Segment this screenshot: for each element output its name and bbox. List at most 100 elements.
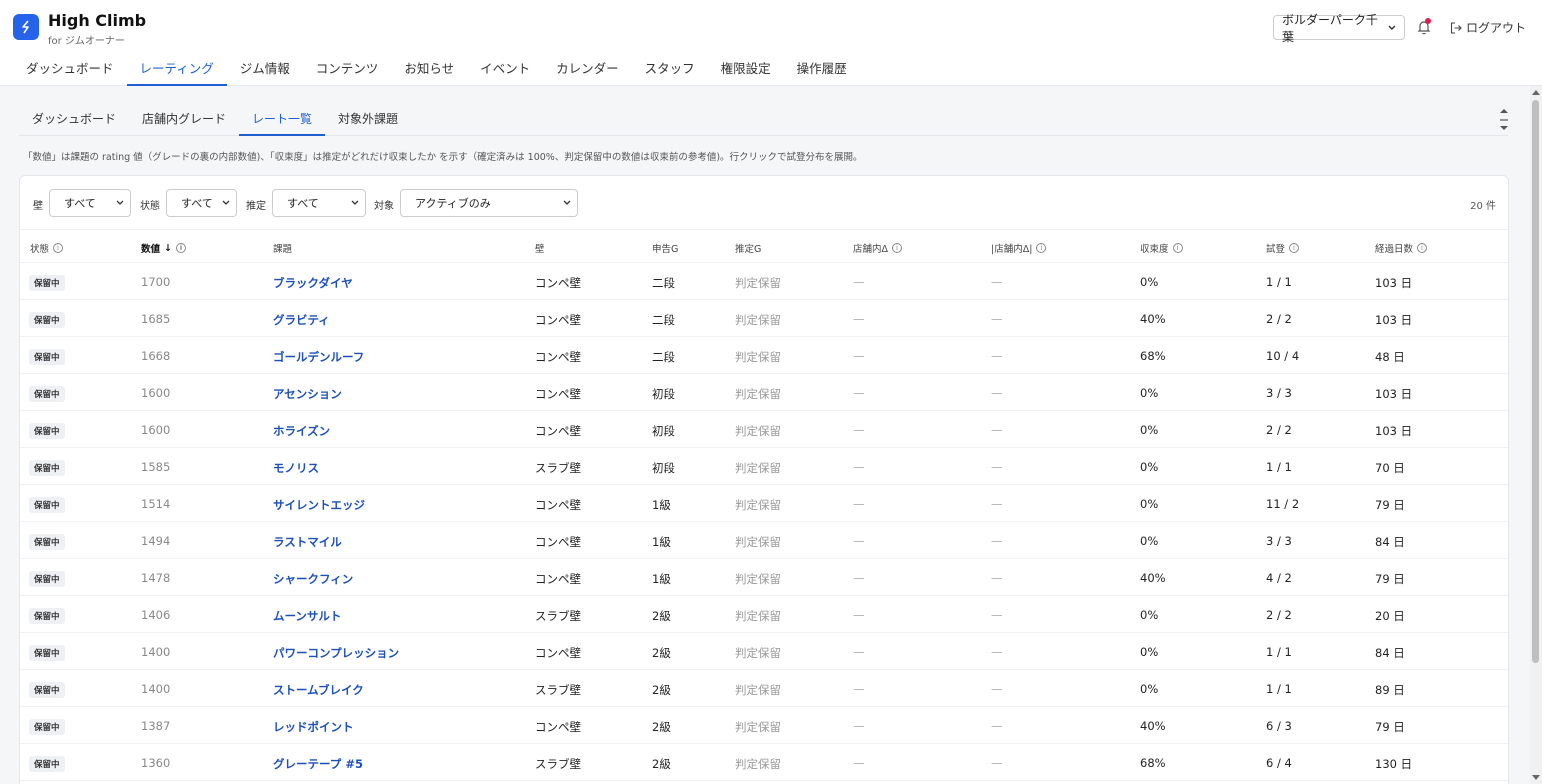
up-down-icon <box>1500 109 1508 130</box>
table-row[interactable]: 保留中 1600 ホライズン コンペ壁 初段 判定保留 — — 0% 2 / 2… <box>20 411 1508 448</box>
estimated-grade-cell: 判定保留 <box>735 683 781 697</box>
col-declared[interactable]: 申告G <box>652 241 678 255</box>
scroll-down-arrow[interactable] <box>1532 775 1540 780</box>
col-status[interactable]: 状態 i <box>30 241 64 255</box>
col-delta[interactable]: 店舗内Δ i <box>853 241 902 255</box>
attempts-cell: 3 / 3 <box>1266 386 1292 400</box>
col-days[interactable]: 経過日数 i <box>1375 241 1428 255</box>
filter-wall-select[interactable]: すべて <box>49 189 131 217</box>
nav-item-permissions[interactable]: 権限設定 <box>708 56 784 86</box>
problem-link[interactable]: グラビティ <box>273 312 330 328</box>
days-cell: 89 日 <box>1375 683 1405 697</box>
table-row[interactable]: 保留中 1668 ゴールデンルーフ コンペ壁 二段 判定保留 — — 68% 1… <box>20 337 1508 374</box>
estimated-grade-cell: 判定保留 <box>735 350 781 364</box>
problem-link[interactable]: グレーテープ #5 <box>273 756 363 772</box>
nav-item-contents[interactable]: コンテンツ <box>303 56 392 86</box>
convergence-cell: 0% <box>1140 386 1159 400</box>
col-convergence[interactable]: 収束度 i <box>1140 241 1183 255</box>
nav-item-events[interactable]: イベント <box>467 56 543 86</box>
problem-link[interactable]: ホライズン <box>273 423 330 439</box>
scroll-controls[interactable] <box>1497 107 1511 133</box>
nav-item-staff[interactable]: スタッフ <box>632 56 708 86</box>
table-row[interactable]: 保留中 1406 ムーンサルト スラブ壁 2級 判定保留 — — 0% 2 / … <box>20 596 1508 633</box>
info-icon[interactable]: i <box>53 243 64 253</box>
table-row[interactable]: 保留中 1494 ラストマイル コンペ壁 1級 判定保留 — — 0% 3 / … <box>20 522 1508 559</box>
rating-value: 1494 <box>141 534 171 548</box>
col-problem[interactable]: 課題 <box>273 241 292 255</box>
declared-grade-cell: 2級 <box>652 720 671 734</box>
table-row[interactable]: 保留中 1387 レッドポイント コンペ壁 2級 判定保留 — — 40% 6 … <box>20 707 1508 744</box>
table-row[interactable]: 保留中 1478 シャークフィン コンペ壁 1級 判定保留 — — 40% 4 … <box>20 559 1508 596</box>
col-estimated[interactable]: 推定G <box>735 241 761 255</box>
status-badge: 保留中 <box>29 349 65 365</box>
nav-item-history[interactable]: 操作履歴 <box>784 56 860 86</box>
days-cell: 79 日 <box>1375 572 1405 586</box>
table-row[interactable]: 保留中 1600 アセンション コンペ壁 初段 判定保留 — — 0% 3 / … <box>20 374 1508 411</box>
info-icon[interactable]: i <box>892 243 902 253</box>
rating-value: 1600 <box>141 386 171 400</box>
col-abs-delta[interactable]: |店舗内Δ| i <box>991 241 1047 255</box>
problem-link[interactable]: アセンション <box>273 386 342 402</box>
table-row[interactable]: 保留中 1400 パワーコンプレッション コンペ壁 2級 判定保留 — — 0%… <box>20 633 1508 670</box>
gym-select-value: ボルダーパーク千葉 <box>1282 12 1378 44</box>
tab-rate-list[interactable]: レート一覧 <box>239 104 326 136</box>
info-icon[interactable]: i <box>1417 243 1428 253</box>
scroll-up-arrow[interactable] <box>1532 90 1540 95</box>
tab-dashboard[interactable]: ダッシュボード <box>19 104 129 136</box>
problem-link[interactable]: モノリス <box>273 460 319 476</box>
wall-cell: コンペ壁 <box>535 350 581 364</box>
table-row[interactable]: 保留中 1585 モノリス スラブ壁 初段 判定保留 — — 0% 1 / 1 … <box>20 448 1508 485</box>
problem-link[interactable]: パワーコンプレッション <box>273 645 399 661</box>
table-row[interactable]: 保留中 1700 ブラックダイヤ コンペ壁 二段 判定保留 — — 0% 1 /… <box>20 263 1508 300</box>
filter-wall-value: すべて <box>64 197 96 210</box>
logout-icon <box>1450 21 1462 34</box>
col-wall-label: 壁 <box>535 244 545 255</box>
table-row[interactable]: 保留中 1685 グラビティ コンペ壁 二段 判定保留 — — 40% 2 / … <box>20 300 1508 337</box>
nav-item-dashboard[interactable]: ダッシュボード <box>13 56 127 86</box>
scrollbar-thumb[interactable] <box>1532 100 1539 663</box>
nav-item-gym-info[interactable]: ジム情報 <box>227 56 303 86</box>
days-cell: 79 日 <box>1375 720 1405 734</box>
info-icon[interactable]: i <box>1036 243 1047 253</box>
chevron-down-icon <box>563 200 571 205</box>
page-scrollbar[interactable] <box>1530 86 1542 784</box>
delta-cell: — <box>853 312 865 326</box>
problem-link[interactable]: ムーンサルト <box>273 608 341 624</box>
col-wall[interactable]: 壁 <box>535 241 545 255</box>
tab-store-grade[interactable]: 店舗内グレード <box>129 104 239 136</box>
rating-value: 1400 <box>141 682 171 696</box>
nav-item-news[interactable]: お知らせ <box>391 56 467 86</box>
problem-link[interactable]: ブラックダイヤ <box>273 275 353 291</box>
info-icon[interactable]: i <box>1289 243 1300 253</box>
notification-button[interactable] <box>1416 18 1432 36</box>
col-value[interactable]: 数値 ↓ i <box>141 241 186 255</box>
gym-select[interactable]: ボルダーパーク千葉 <box>1273 13 1405 44</box>
col-delta-label: 店舗内Δ <box>853 244 888 255</box>
rate-table-panel: 壁 すべて 状態 すべて 推定 すべて 対象 アクティブのみ 20 件 状態 i … <box>19 175 1509 784</box>
problem-link[interactable]: シャークフィン <box>273 571 353 587</box>
logout-button[interactable]: ログアウト <box>1450 19 1526 36</box>
table-row[interactable]: 保留中 1360 グレーテープ #5 スラブ壁 2級 判定保留 — — 68% … <box>20 744 1508 781</box>
tab-excluded[interactable]: 対象外課題 <box>325 104 411 136</box>
table-row[interactable]: 保留中 1514 サイレントエッジ コンペ壁 1級 判定保留 — — 0% 11… <box>20 485 1508 522</box>
abs-delta-cell: — <box>991 312 1003 326</box>
rating-value: 1668 <box>141 349 171 363</box>
problem-link[interactable]: ゴールデンルーフ <box>273 349 364 365</box>
problem-link[interactable]: レッドポイント <box>273 719 354 735</box>
app-logo[interactable] <box>13 14 39 40</box>
problem-link[interactable]: サイレントエッジ <box>273 497 365 513</box>
filter-status-select[interactable]: すべて <box>166 189 237 217</box>
filter-estimate-select[interactable]: すべて <box>272 189 366 217</box>
nav-item-calendar[interactable]: カレンダー <box>543 56 632 86</box>
col-declared-label: 申告G <box>652 244 679 255</box>
attempts-cell: 4 / 2 <box>1266 571 1292 585</box>
problem-link[interactable]: ストームブレイク <box>273 682 364 698</box>
days-cell: 79 日 <box>1375 498 1405 512</box>
filter-target-select[interactable]: アクティブのみ <box>400 189 578 217</box>
nav-item-rating[interactable]: レーティング <box>126 56 227 86</box>
info-icon[interactable]: i <box>1172 243 1183 253</box>
info-icon[interactable]: i <box>175 243 186 253</box>
col-attempts[interactable]: 試登 i <box>1266 241 1300 255</box>
problem-link[interactable]: ラストマイル <box>273 534 342 550</box>
table-row[interactable]: 保留中 1400 ストームブレイク スラブ壁 2級 判定保留 — — 0% 1 … <box>20 670 1508 707</box>
